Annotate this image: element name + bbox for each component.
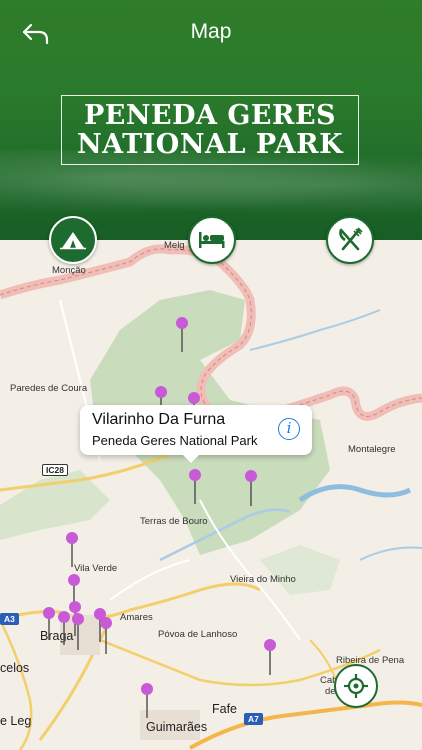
info-icon[interactable]: i: [278, 418, 300, 440]
camping-filter-button[interactable]: [49, 216, 97, 264]
park-banner: PENEDA GERES NATIONAL PARK: [61, 95, 359, 165]
header: Map PENEDA GERES NATIONAL PARK: [0, 0, 422, 240]
pin-9[interactable]: [58, 611, 70, 645]
pin-14[interactable]: [264, 639, 276, 675]
pin-1[interactable]: [176, 317, 188, 352]
pin-5[interactable]: [245, 470, 257, 506]
place-callout[interactable]: Vilarinho Da Furna Peneda Geres National…: [80, 405, 312, 463]
pin-vilarinho[interactable]: [189, 469, 201, 504]
pin-15[interactable]: [141, 683, 153, 718]
pin-8[interactable]: [43, 607, 55, 640]
bed-icon: [199, 232, 225, 248]
crosshair-icon: [344, 674, 368, 698]
pin-6[interactable]: [66, 532, 78, 567]
callout-subtitle: Peneda Geres National Park: [92, 433, 258, 448]
pin-13[interactable]: [100, 617, 112, 654]
hotels-filter-button[interactable]: [188, 216, 236, 264]
banner-line-2: NATIONAL PARK: [76, 129, 344, 160]
tent-icon: [60, 232, 86, 250]
fork-knife-icon: [339, 227, 363, 251]
callout-title: Vilarinho Da Furna: [92, 411, 226, 428]
locate-me-button[interactable]: [334, 664, 378, 708]
pin-11[interactable]: [72, 613, 84, 650]
banner-line-1: PENEDA GERES: [83, 100, 337, 131]
page-title: Map: [190, 20, 232, 43]
restaurants-filter-button[interactable]: [326, 216, 374, 264]
